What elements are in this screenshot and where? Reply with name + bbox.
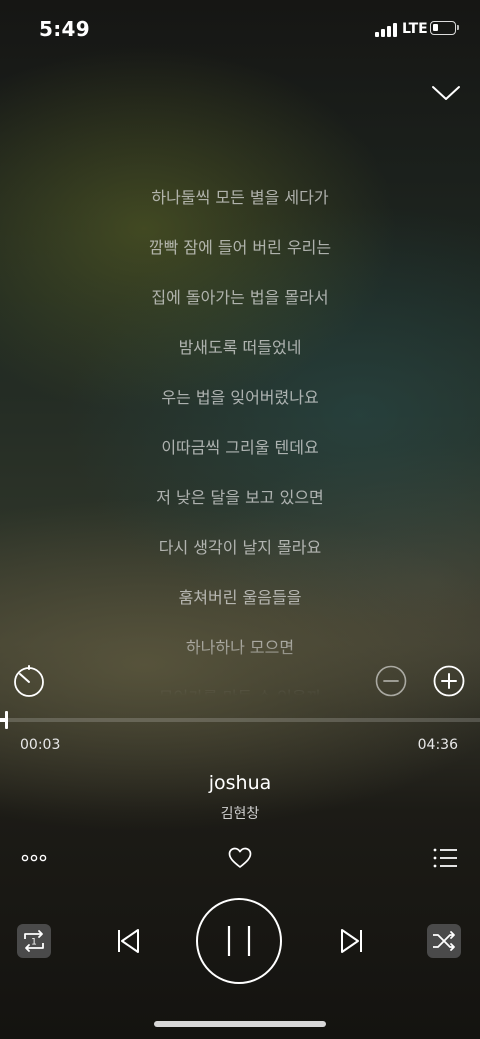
lyrics-view[interactable]: 하나둘씩 모든 별을 세다가 깜빡 잠에 들어 버린 우리는 집에 돌아가는 법… bbox=[0, 176, 480, 696]
lyric-line[interactable]: 다시 생각이 날지 몰라요 bbox=[0, 526, 480, 576]
lyric-line[interactable]: 저 낮은 달을 보고 있으면 bbox=[0, 476, 480, 526]
previous-icon[interactable] bbox=[114, 926, 142, 956]
lyric-line[interactable]: 하나둘씩 모든 별을 세다가 bbox=[0, 176, 480, 226]
track-title: joshua bbox=[208, 772, 272, 794]
repeat-one-icon[interactable]: 1 bbox=[17, 924, 51, 958]
signal-icon bbox=[375, 23, 399, 37]
elapsed-time: 00:03 bbox=[20, 737, 61, 753]
status-time: 5:49 bbox=[39, 17, 90, 41]
minus-circle-icon[interactable] bbox=[375, 665, 407, 697]
home-indicator[interactable] bbox=[154, 1021, 326, 1027]
total-duration: 04:36 bbox=[417, 737, 458, 753]
plus-circle-icon[interactable] bbox=[433, 665, 465, 697]
network-type: LTE bbox=[402, 21, 428, 37]
playlist-icon[interactable] bbox=[432, 846, 458, 870]
lyric-line[interactable]: 훔쳐버린 울음들을 bbox=[0, 576, 480, 626]
next-icon[interactable] bbox=[338, 926, 366, 956]
progress-bar[interactable] bbox=[0, 711, 480, 729]
lyric-line[interactable]: 집에 돌아가는 법을 몰라서 bbox=[0, 276, 480, 326]
lyric-line[interactable]: 밤새도록 떠들었네 bbox=[0, 326, 480, 376]
lyric-line[interactable]: 우는 법을 잊어버렸나요 bbox=[0, 376, 480, 426]
timer-icon[interactable] bbox=[12, 664, 46, 698]
pause-icon bbox=[227, 926, 251, 956]
lyric-line[interactable]: 무언가를 만들 수 있을까 bbox=[0, 676, 480, 696]
lyric-line[interactable]: 하나하나 모으면 bbox=[0, 626, 480, 676]
progress-thumb[interactable] bbox=[5, 711, 9, 729]
lyric-line[interactable]: 이따금씩 그리울 텐데요 bbox=[0, 426, 480, 476]
more-dots-icon[interactable] bbox=[20, 850, 50, 866]
lyric-line[interactable]: 깜빡 잠에 들어 버린 우리는 bbox=[0, 226, 480, 276]
battery-icon bbox=[430, 21, 459, 35]
heart-icon[interactable] bbox=[227, 846, 253, 870]
status-bar: 5:49 LTE bbox=[0, 0, 480, 60]
repeat-badge: 1 bbox=[31, 938, 37, 948]
pause-button[interactable] bbox=[196, 898, 282, 984]
artist-name[interactable]: 김현창 bbox=[0, 803, 480, 823]
shuffle-icon[interactable] bbox=[427, 924, 461, 958]
chevron-down-icon[interactable] bbox=[430, 80, 462, 106]
